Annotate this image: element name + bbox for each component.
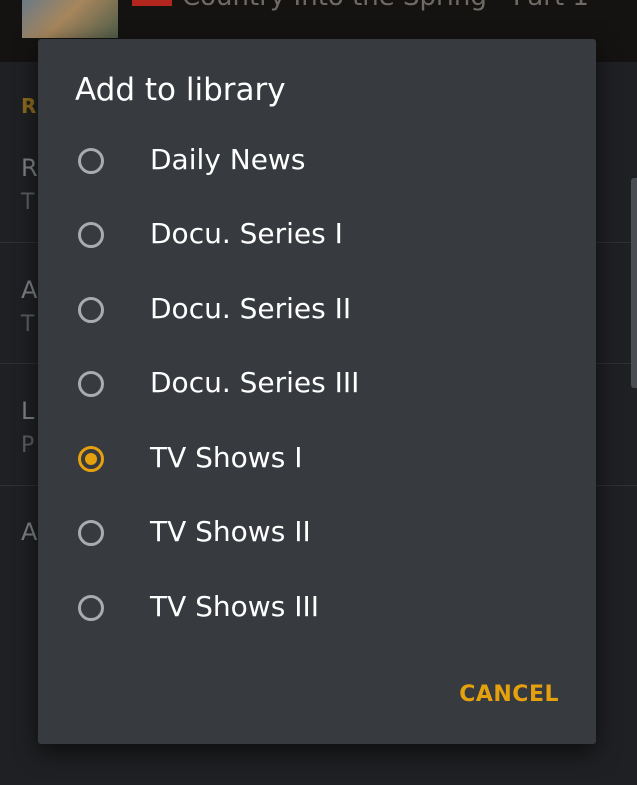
fast-scroll-handle[interactable] bbox=[631, 178, 637, 388]
library-option-docu-series-ii[interactable]: Docu. Series II bbox=[38, 276, 596, 350]
library-option-tv-shows-ii[interactable]: TV Shows II bbox=[38, 499, 596, 573]
background-badge bbox=[132, 0, 172, 6]
library-option-docu-series-iii[interactable]: Docu. Series III bbox=[38, 350, 596, 424]
library-option-docu-series-i[interactable]: Docu. Series I bbox=[38, 201, 596, 275]
cancel-button[interactable]: CANCEL bbox=[459, 682, 559, 707]
library-option-label: TV Shows I bbox=[150, 441, 303, 474]
radio-button[interactable] bbox=[78, 520, 104, 546]
library-option-label: Docu. Series III bbox=[150, 366, 360, 399]
background-thumbnail bbox=[22, 0, 118, 38]
background-row-primary: A bbox=[21, 518, 38, 546]
background-row-secondary: P bbox=[21, 433, 35, 458]
radio-button[interactable] bbox=[78, 371, 104, 397]
library-option-tv-shows-iii[interactable]: TV Shows III bbox=[38, 574, 596, 648]
background-row-secondary: T bbox=[21, 190, 35, 215]
library-option-tv-shows-i[interactable]: TV Shows I bbox=[38, 425, 596, 499]
radio-button-selected[interactable] bbox=[78, 446, 104, 472]
dialog-title: Add to library bbox=[75, 72, 286, 108]
background-row-secondary: T bbox=[21, 312, 35, 337]
screen: Country Into the Spring - Part 1 R R T A… bbox=[0, 0, 637, 785]
radio-button[interactable] bbox=[78, 148, 104, 174]
library-option-label: Daily News bbox=[150, 143, 306, 176]
background-row-primary: R bbox=[21, 154, 38, 182]
library-option-label: Docu. Series I bbox=[150, 217, 343, 250]
library-option-daily-news[interactable]: Daily News bbox=[38, 127, 596, 201]
radio-button[interactable] bbox=[78, 222, 104, 248]
background-row-primary: L bbox=[21, 397, 35, 425]
background-section-label: R bbox=[21, 94, 37, 118]
library-option-label: TV Shows III bbox=[150, 590, 319, 623]
radio-button[interactable] bbox=[78, 297, 104, 323]
radio-button[interactable] bbox=[78, 595, 104, 621]
library-option-label: Docu. Series II bbox=[150, 292, 352, 325]
background-header-title: Country Into the Spring - Part 1 bbox=[182, 0, 589, 12]
library-option-label: TV Shows II bbox=[150, 515, 311, 548]
add-to-library-dialog: Add to library Daily News Docu. Series I… bbox=[38, 39, 596, 744]
background-row-primary: A bbox=[21, 276, 38, 304]
